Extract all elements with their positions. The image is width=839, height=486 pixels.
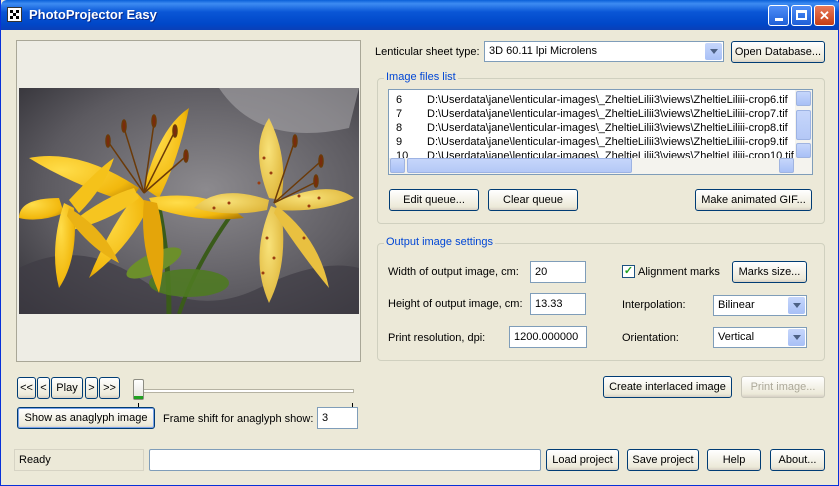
scroll-right-icon[interactable] [779, 158, 794, 173]
anaglyph-button[interactable]: Show as anaglyph image [17, 407, 155, 429]
window-title: PhotoProjector Easy [29, 7, 157, 22]
resolution-field[interactable]: 1200.000000 [509, 326, 587, 348]
status-text: Ready [14, 449, 144, 471]
minimize-button[interactable] [768, 5, 789, 26]
load-project-button[interactable]: Load project [546, 449, 619, 471]
output-settings-title: Output image settings [384, 236, 496, 248]
scroll-up-icon[interactable] [796, 91, 811, 106]
make-gif-button[interactable]: Make animated GIF... [695, 189, 812, 211]
interpolation-label: Interpolation: [622, 299, 686, 311]
scroll-thumb[interactable] [796, 110, 811, 140]
minimize-icon [774, 18, 783, 21]
row-path: D:\Userdata\jane\lenticular-images\_Zhel… [427, 94, 788, 106]
chevron-down-icon[interactable] [788, 329, 805, 346]
open-database-button[interactable]: Open Database... [731, 41, 825, 63]
last-frame-button[interactable]: >> [99, 377, 120, 399]
help-button[interactable]: Help [707, 449, 761, 471]
height-field[interactable]: 13.33 [530, 293, 586, 315]
frame-shift-field[interactable]: 3 [317, 407, 358, 429]
preview-image [19, 88, 359, 314]
frame-slider-thumb[interactable] [133, 379, 144, 400]
resolution-label: Print resolution, dpi: [388, 332, 486, 344]
row-number: 6 [396, 94, 403, 106]
image-files-list[interactable]: 6 D:\Userdata\jane\lenticular-images\_Zh… [388, 89, 813, 175]
title-bar[interactable]: PhotoProjector Easy ✕ [1, 0, 839, 30]
width-label: Width of output image, cm: [388, 266, 519, 278]
chevron-down-icon[interactable] [788, 297, 805, 314]
edit-queue-button[interactable]: Edit queue... [389, 189, 479, 211]
row-number: 8 [396, 122, 403, 134]
check-icon: ✓ [623, 265, 634, 277]
lenticular-value: 3D 60.11 lpi Microlens [489, 45, 598, 57]
scroll-down-icon[interactable] [796, 143, 811, 158]
first-frame-button[interactable]: << [17, 377, 36, 399]
save-project-button[interactable]: Save project [627, 449, 699, 471]
lenticular-label: Lenticular sheet type: [375, 46, 480, 58]
row-path: D:\Userdata\jane\lenticular-images\_Zhel… [427, 122, 788, 134]
orientation-select[interactable]: Vertical [713, 327, 807, 348]
print-image-button[interactable]: Print image... [741, 376, 825, 398]
chevron-down-icon[interactable] [705, 43, 722, 60]
row-path: D:\Userdata\jane\lenticular-images\_Zhel… [427, 108, 788, 120]
next-frame-button[interactable]: > [85, 377, 98, 399]
row-number: 9 [396, 136, 403, 148]
app-icon [7, 7, 22, 22]
maximize-button[interactable] [791, 5, 812, 26]
row-number: 7 [396, 108, 403, 120]
scroll-left-icon[interactable] [390, 158, 405, 173]
interpolation-value: Bilinear [718, 299, 755, 311]
alignment-marks-label[interactable]: Alignment marks [638, 266, 720, 278]
marks-size-button[interactable]: Marks size... [732, 261, 807, 283]
maximize-icon [796, 10, 807, 20]
frame-slider-track[interactable] [136, 389, 354, 393]
close-button[interactable]: ✕ [814, 5, 835, 26]
interpolation-select[interactable]: Bilinear [713, 295, 807, 316]
create-interlaced-button[interactable]: Create interlaced image [603, 376, 732, 398]
row-path: D:\Userdata\jane\lenticular-images\_Zhel… [427, 136, 788, 148]
frame-shift-label: Frame shift for anaglyph show: [163, 413, 314, 425]
list-horizontal-scrollbar[interactable] [389, 158, 812, 174]
clear-queue-button[interactable]: Clear queue [488, 189, 578, 211]
prev-frame-button[interactable]: < [37, 377, 50, 399]
lenticular-select[interactable]: 3D 60.11 lpi Microlens [484, 41, 724, 62]
image-files-title: Image files list [384, 71, 458, 83]
orientation-label: Orientation: [622, 332, 679, 344]
alignment-marks-checkbox[interactable]: ✓ [622, 265, 635, 278]
progress-bar [149, 449, 541, 471]
image-preview-panel [16, 40, 361, 362]
play-button[interactable]: Play [51, 377, 83, 399]
orientation-value: Vertical [718, 331, 755, 343]
width-field[interactable]: 20 [530, 261, 586, 283]
app-window: PhotoProjector Easy ✕ Lenticular sheet t… [0, 0, 839, 486]
height-label: Height of output image, cm: [388, 298, 523, 310]
close-icon: ✕ [819, 8, 830, 23]
about-button[interactable]: About... [770, 449, 825, 471]
list-vertical-scrollbar[interactable] [795, 90, 812, 160]
scroll-thumb[interactable] [407, 158, 632, 173]
